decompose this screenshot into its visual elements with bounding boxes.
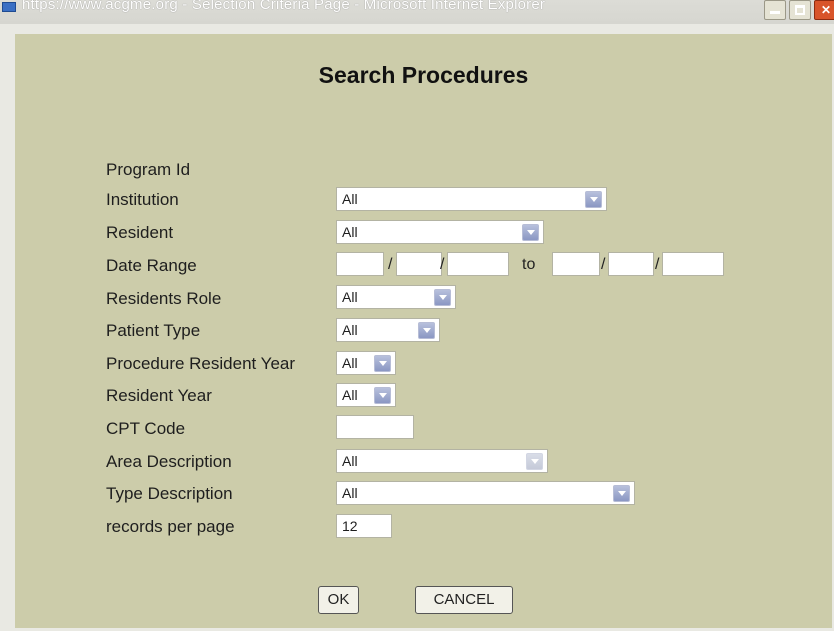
resident-select[interactable]: All: [336, 220, 544, 244]
chevron-down-icon: [585, 191, 602, 208]
date-separator: /: [440, 256, 445, 273]
cpt-code-input[interactable]: [336, 415, 414, 439]
window-title: https://www.acgme.org - Selection Criter…: [22, 0, 546, 13]
date-separator: /: [601, 256, 606, 273]
procedure-resident-year-select[interactable]: All: [336, 351, 396, 375]
resident-year-label: Resident Year: [106, 386, 212, 405]
date-range-label: Date Range: [106, 256, 197, 275]
chevron-down-icon: [522, 224, 539, 241]
institution-select[interactable]: All: [336, 187, 607, 211]
area-description-select[interactable]: All: [336, 449, 548, 473]
residents-role-selected-value: All: [342, 289, 358, 305]
resident-year-selected-value: All: [342, 387, 358, 403]
maximize-icon: [795, 5, 805, 15]
institution-label: Institution: [106, 190, 179, 209]
type-description-selected-value: All: [342, 485, 358, 501]
residents-role-select[interactable]: All: [336, 285, 456, 309]
close-icon: ✕: [820, 3, 832, 17]
date-separator: /: [388, 256, 393, 273]
ok-button[interactable]: OK: [318, 586, 359, 614]
date-to-month-input[interactable]: [552, 252, 600, 276]
date-from-year-input[interactable]: [447, 252, 509, 276]
date-from-month-input[interactable]: [336, 252, 384, 276]
patient-type-label: Patient Type: [106, 321, 201, 340]
date-separator: /: [655, 256, 660, 273]
minimize-icon: [770, 11, 780, 14]
records-per-page-label: records per page: [106, 517, 235, 536]
date-to-year-input[interactable]: [662, 252, 724, 276]
records-per-page-input[interactable]: 12: [336, 514, 392, 538]
area-description-label: Area Description: [106, 452, 232, 471]
cpt-code-label: CPT Code: [106, 419, 186, 438]
patient-type-selected-value: All: [342, 322, 358, 338]
program-id-label: Program Id: [106, 160, 191, 179]
residents-role-label: Residents Role: [106, 289, 222, 308]
institution-selected-value: All: [342, 191, 358, 207]
date-to-label: to: [522, 256, 536, 273]
area-description-selected-value: All: [342, 453, 358, 469]
type-description-label: Type Description: [106, 484, 233, 503]
minimize-button[interactable]: [764, 0, 786, 20]
browser-icon: [2, 2, 16, 12]
procedure-resident-year-label: Procedure Resident Year: [106, 354, 296, 373]
type-description-select[interactable]: All: [336, 481, 635, 505]
patient-type-select[interactable]: All: [336, 318, 440, 342]
date-to-day-input[interactable]: [608, 252, 654, 276]
chevron-down-icon: [374, 355, 391, 372]
chevron-down-icon: [526, 453, 543, 470]
chevron-down-icon: [613, 485, 630, 502]
search-form-panel: Search Procedures Program Id Institution…: [15, 34, 832, 628]
page-title: Search Procedures: [318, 62, 529, 88]
chevron-down-icon: [374, 387, 391, 404]
chevron-down-icon: [434, 289, 451, 306]
records-per-page-value: 12: [342, 518, 358, 534]
maximize-button[interactable]: [789, 0, 811, 20]
chevron-down-icon: [418, 322, 435, 339]
window-title-bar: https://www.acgme.org - Selection Criter…: [0, 0, 834, 24]
cancel-button[interactable]: CANCEL: [415, 586, 513, 614]
procedure-resident-year-selected-value: All: [342, 355, 358, 371]
resident-year-select[interactable]: All: [336, 383, 396, 407]
close-window-button[interactable]: ✕: [814, 0, 834, 20]
resident-selected-value: All: [342, 224, 358, 240]
resident-label: Resident: [106, 223, 174, 242]
date-from-day-input[interactable]: [396, 252, 442, 276]
